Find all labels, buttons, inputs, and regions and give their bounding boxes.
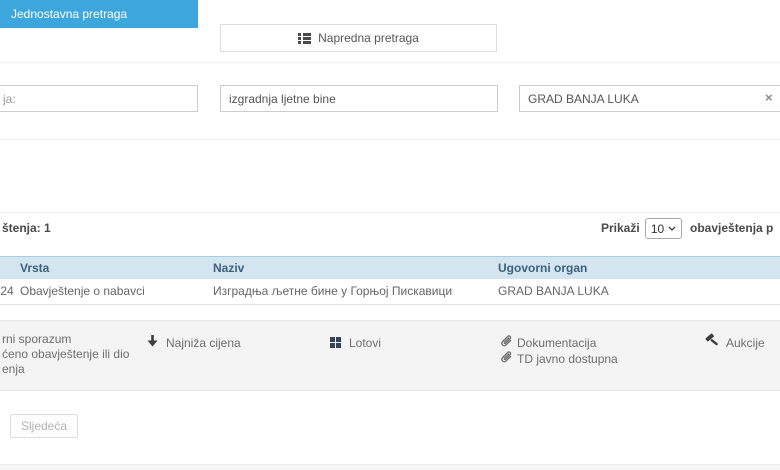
contracting-authority-input[interactable]: [519, 85, 780, 112]
header-naziv: Naziv: [213, 257, 244, 279]
notice-number-input[interactable]: [0, 85, 198, 112]
legend-cancelled-fragment-2: enja: [2, 362, 129, 377]
footer-band: [0, 464, 780, 470]
gavel-icon: [704, 333, 720, 348]
legend-bar: rni sporazum ćeno obavještenje ili dio e…: [0, 320, 780, 391]
divider-above-results: [0, 212, 780, 213]
header-ugovorni-organ: Ugovorni organ: [498, 257, 587, 279]
legend-cancelled-fragment: ćeno obavještenje ili dio: [2, 347, 129, 362]
clear-authority-icon[interactable]: ×: [765, 90, 773, 106]
legend-left-column: rni sporazum ćeno obavještenje ili dio e…: [2, 332, 129, 377]
next-page-button[interactable]: Sljedeća: [10, 414, 78, 438]
legend-documentation-label: Dokumentacija: [517, 336, 596, 350]
legend-td-public-label: TD javno dostupna: [517, 352, 618, 366]
legend-auctions-label: Aukcije: [726, 336, 765, 350]
search-page: Jednostavna pretraga Napredna pretraga ×…: [0, 0, 780, 470]
paperclip-blue-icon: [499, 350, 513, 364]
lots-grid-icon: [330, 337, 341, 348]
per-page-text: obavještenja p: [690, 221, 773, 235]
row-ugovorni-organ: GRAD BANJA LUKA: [498, 279, 609, 304]
row-notice-number-fragment: /24: [0, 279, 14, 304]
table-row[interactable]: /24 Obavještenje o nabavci Изградња љетн…: [0, 279, 780, 305]
legend-lowest-price-label: Najniža cijena: [166, 336, 241, 350]
header-vrsta: Vrsta: [20, 257, 49, 279]
divider-under-filters: [0, 139, 780, 140]
show-label: Prikaži: [601, 221, 640, 235]
divider-under-tabs: [0, 62, 780, 63]
row-naziv: Изградња љетне бине у Горњој Пискавици: [213, 279, 452, 304]
chevron-down-icon: [668, 226, 676, 231]
next-page-label: Sljedeća: [21, 419, 67, 433]
table-list-icon: [298, 33, 311, 44]
page-size-value: 10: [651, 222, 664, 236]
paperclip-icon: [499, 334, 513, 348]
tab-advanced-search[interactable]: Napredna pretraga: [220, 24, 497, 52]
tab-simple-search[interactable]: Jednostavna pretraga: [0, 0, 198, 28]
subject-search-input[interactable]: [220, 85, 498, 112]
legend-lots-label: Lotovi: [349, 336, 381, 350]
row-vrsta: Obavještenje o nabavci: [20, 279, 145, 304]
results-table-header: Vrsta Naziv Ugovorni organ: [0, 256, 780, 279]
tab-advanced-search-label: Napredna pretraga: [318, 31, 419, 45]
results-count-text: štenja: 1: [2, 221, 51, 235]
arrow-down-icon: [147, 335, 158, 347]
tab-simple-search-label: Jednostavna pretraga: [11, 7, 127, 21]
page-size-select[interactable]: 10: [645, 218, 682, 239]
legend-framework-fragment: rni sporazum: [2, 332, 129, 347]
